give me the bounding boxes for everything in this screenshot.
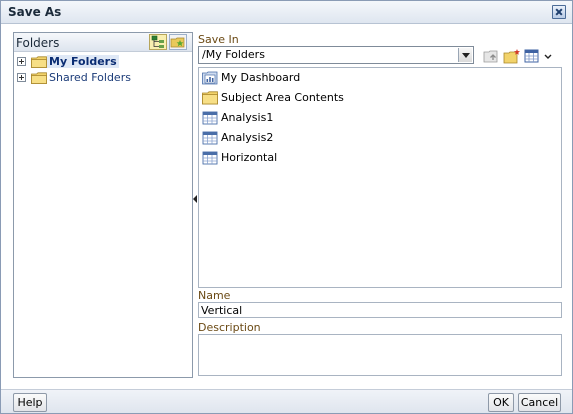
up-folder-icon[interactable] [482,48,500,64]
folders-header: Folders [14,33,192,52]
item-label: Horizontal [221,151,278,164]
dialog-title: Save As [8,5,62,19]
dialog-titlebar: Save As [1,1,572,24]
analysis-icon [202,111,218,125]
help-button[interactable]: Help [13,393,47,412]
expand-icon[interactable] [17,57,26,66]
collapse-arrow-icon[interactable] [193,195,197,203]
expand-icon[interactable] [17,73,26,82]
folder-icon [31,72,47,84]
save-in-label: Save In [198,33,239,46]
save-in-value: /My Folders [202,48,265,61]
folder-icon [202,91,218,105]
cancel-button[interactable]: Cancel [518,393,561,412]
ok-button[interactable]: OK [488,393,514,412]
tree-item-label: My Folders [47,55,119,68]
favorites-folder-icon[interactable] [169,34,187,50]
save-as-dialog: Save As Folders My Folders Shared Folder… [0,0,573,414]
new-folder-icon[interactable] [503,48,521,64]
item-label: Subject Area Contents [221,91,344,104]
folder-icon [31,56,47,68]
folders-title: Folders [16,36,60,50]
dialog-footer: Help OK Cancel [1,389,572,413]
name-label: Name [198,289,231,302]
analysis-icon [202,131,218,145]
analysis-icon [202,151,218,165]
dashboard-icon [202,71,218,85]
item-label: Analysis1 [221,111,274,124]
chevron-down-icon[interactable] [543,48,553,64]
name-value: Vertical [201,304,243,317]
item-label: Analysis2 [221,131,274,144]
chevron-down-icon[interactable] [458,48,472,62]
folder-tree-view-icon[interactable] [149,34,167,50]
view-options-icon[interactable] [524,48,542,64]
name-field[interactable]: Vertical [198,302,562,318]
folders-panel: Folders My Folders Shared Folders [13,32,193,378]
description-field[interactable] [198,334,562,376]
description-label: Description [198,321,261,334]
folder-contents-list[interactable]: My Dashboard Subject Area Contents Analy… [198,67,562,288]
item-label: My Dashboard [221,71,301,84]
close-icon[interactable] [552,5,566,19]
save-in-dropdown[interactable]: /My Folders [198,46,474,64]
tree-item-label: Shared Folders [49,71,131,84]
